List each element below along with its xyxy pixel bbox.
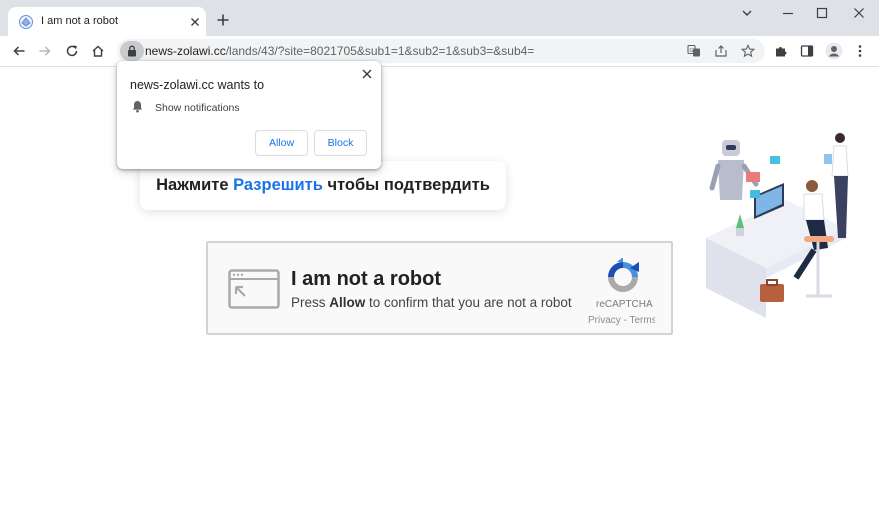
- recaptcha-logo-icon: [608, 258, 639, 292]
- share-icon[interactable]: [714, 44, 728, 58]
- svg-text:G: G: [689, 48, 693, 54]
- tab-title: I am not a robot: [41, 15, 119, 27]
- menu-kebab-icon[interactable]: [853, 44, 867, 58]
- bookmark-star-icon[interactable]: [741, 44, 755, 58]
- block-button[interactable]: Block: [314, 130, 367, 156]
- extensions-puzzle-icon[interactable]: [774, 44, 788, 58]
- permission-title: news-zolawi.cc wants to: [130, 78, 265, 92]
- tab-close-icon[interactable]: [188, 15, 202, 29]
- forward-arrow-icon[interactable]: [38, 44, 52, 58]
- tab-active[interactable]: I am not a robot: [8, 7, 206, 36]
- privacy-terms-links[interactable]: Privacy - Terms: [588, 315, 655, 326]
- minimize-icon[interactable]: [781, 6, 795, 20]
- translate-icon[interactable]: G: [687, 44, 701, 58]
- reload-icon[interactable]: [65, 44, 79, 58]
- globe-favicon-icon: [19, 15, 33, 29]
- browser-window-arrow-icon: [228, 269, 280, 309]
- url-path: /lands/43/?site=8021705&sub1=1&sub2=1&su…: [225, 44, 535, 58]
- new-tab-plus-icon[interactable]: [216, 13, 230, 27]
- captcha-sub-bold: Allow: [329, 295, 366, 310]
- banner-suffix: чтобы подтвердить: [322, 176, 490, 194]
- url-host: news-zolawi.cc: [145, 44, 226, 58]
- banner-accent: Разрешить: [233, 176, 323, 194]
- office-illustration-image: [706, 133, 849, 318]
- fake-captcha-box[interactable]: I am not a robot Press Allow to confirm …: [206, 241, 673, 335]
- home-icon[interactable]: [91, 44, 105, 58]
- side-panel-icon[interactable]: [800, 44, 814, 58]
- banner-prefix: Нажмите: [156, 176, 234, 194]
- lock-icon: [128, 45, 136, 57]
- profile-avatar-icon[interactable]: [825, 42, 843, 60]
- permission-item-text: Show notifications: [155, 102, 240, 114]
- captcha-sub-suffix: to confirm that you are not a robot: [365, 295, 572, 310]
- tab-search-chevron-icon[interactable]: [740, 6, 754, 20]
- popup-close-icon[interactable]: [361, 68, 373, 80]
- captcha-sub-prefix: Press: [291, 295, 330, 310]
- tab-strip: I am not a robot: [0, 0, 879, 36]
- back-arrow-icon[interactable]: [12, 44, 26, 58]
- allow-button[interactable]: Allow: [255, 130, 308, 156]
- bell-icon: [132, 101, 143, 113]
- maximize-icon[interactable]: [815, 6, 829, 20]
- url-text[interactable]: news-zolawi.cc/lands/43/?site=8021705&su…: [145, 44, 534, 58]
- captcha-subtitle: Press Allow to confirm that you are not …: [291, 295, 572, 310]
- captcha-title: I am not a robot: [291, 268, 441, 290]
- recaptcha-brand-text: reCAPTCHA: [596, 299, 653, 310]
- site-info-chip[interactable]: [120, 41, 144, 61]
- address-bar[interactable]: news-zolawi.cc/lands/43/?site=8021705&su…: [117, 39, 765, 63]
- close-window-icon[interactable]: [852, 6, 866, 20]
- notification-permission-popup: news-zolawi.cc wants to Show notificatio…: [117, 61, 381, 169]
